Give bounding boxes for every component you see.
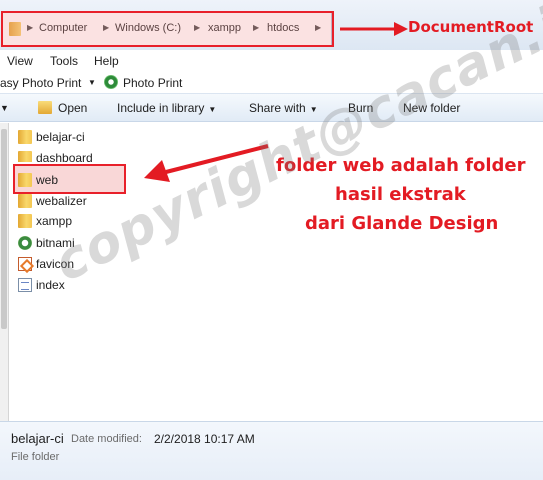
folder-icon <box>18 214 32 228</box>
menu-tools[interactable]: Tools <box>50 54 78 68</box>
date-modified-label: Date modified: <box>71 433 142 445</box>
open-button[interactable]: Open <box>58 101 87 115</box>
folder-icon <box>18 173 32 187</box>
file-item-web[interactable]: web <box>18 170 128 190</box>
bitnami-icon <box>18 236 32 250</box>
file-name: belajar-ci <box>36 130 85 144</box>
menu-view[interactable]: View <box>7 54 33 68</box>
file-item-belajar-ci[interactable]: belajar-ci <box>18 127 128 147</box>
chevron-down-icon[interactable]: ▼ <box>88 78 96 87</box>
arrow-right-annotation <box>340 22 408 36</box>
annotation-line-3: dari Glande Design <box>305 213 499 234</box>
file-name: xampp <box>36 214 73 228</box>
file-name: web <box>36 173 59 187</box>
photo-print-icon <box>104 75 118 89</box>
address-highlight-box <box>1 11 334 47</box>
share-with-label: Share with <box>249 101 306 115</box>
file-name: dashboard <box>36 151 93 162</box>
include-in-library-button[interactable]: Include in library ▼ <box>117 101 216 115</box>
scrollbar-thumb[interactable] <box>1 129 7 329</box>
details-file-name: belajar-ci <box>11 431 64 446</box>
easy-photo-print-button[interactable]: asy Photo Print <box>0 76 81 90</box>
file-name: webalizer <box>36 194 87 208</box>
photo-print-button[interactable]: Photo Print <box>123 76 182 90</box>
details-pane: belajar-ci Date modified: 2/2/2018 10:17… <box>0 421 543 480</box>
folder-icon <box>18 151 32 162</box>
chevron-down-icon[interactable]: ▼ <box>0 103 9 113</box>
annotation-line-2: hasil ekstrak <box>335 184 466 205</box>
file-item-dashboard[interactable]: dashboard <box>18 148 128 162</box>
folder-icon <box>18 194 32 208</box>
navigation-pane-edge[interactable] <box>0 123 9 421</box>
favicon-icon <box>18 257 32 271</box>
date-modified-value: 2/2/2018 10:17 AM <box>154 432 255 446</box>
menu-help[interactable]: Help <box>94 54 119 68</box>
file-type: File folder <box>11 451 60 463</box>
chevron-down-icon: ▼ <box>208 105 217 114</box>
folder-icon <box>18 130 32 144</box>
file-name: index <box>36 278 65 292</box>
include-in-library-label: Include in library <box>117 101 205 115</box>
document-icon <box>18 278 32 292</box>
open-folder-icon <box>38 101 52 114</box>
